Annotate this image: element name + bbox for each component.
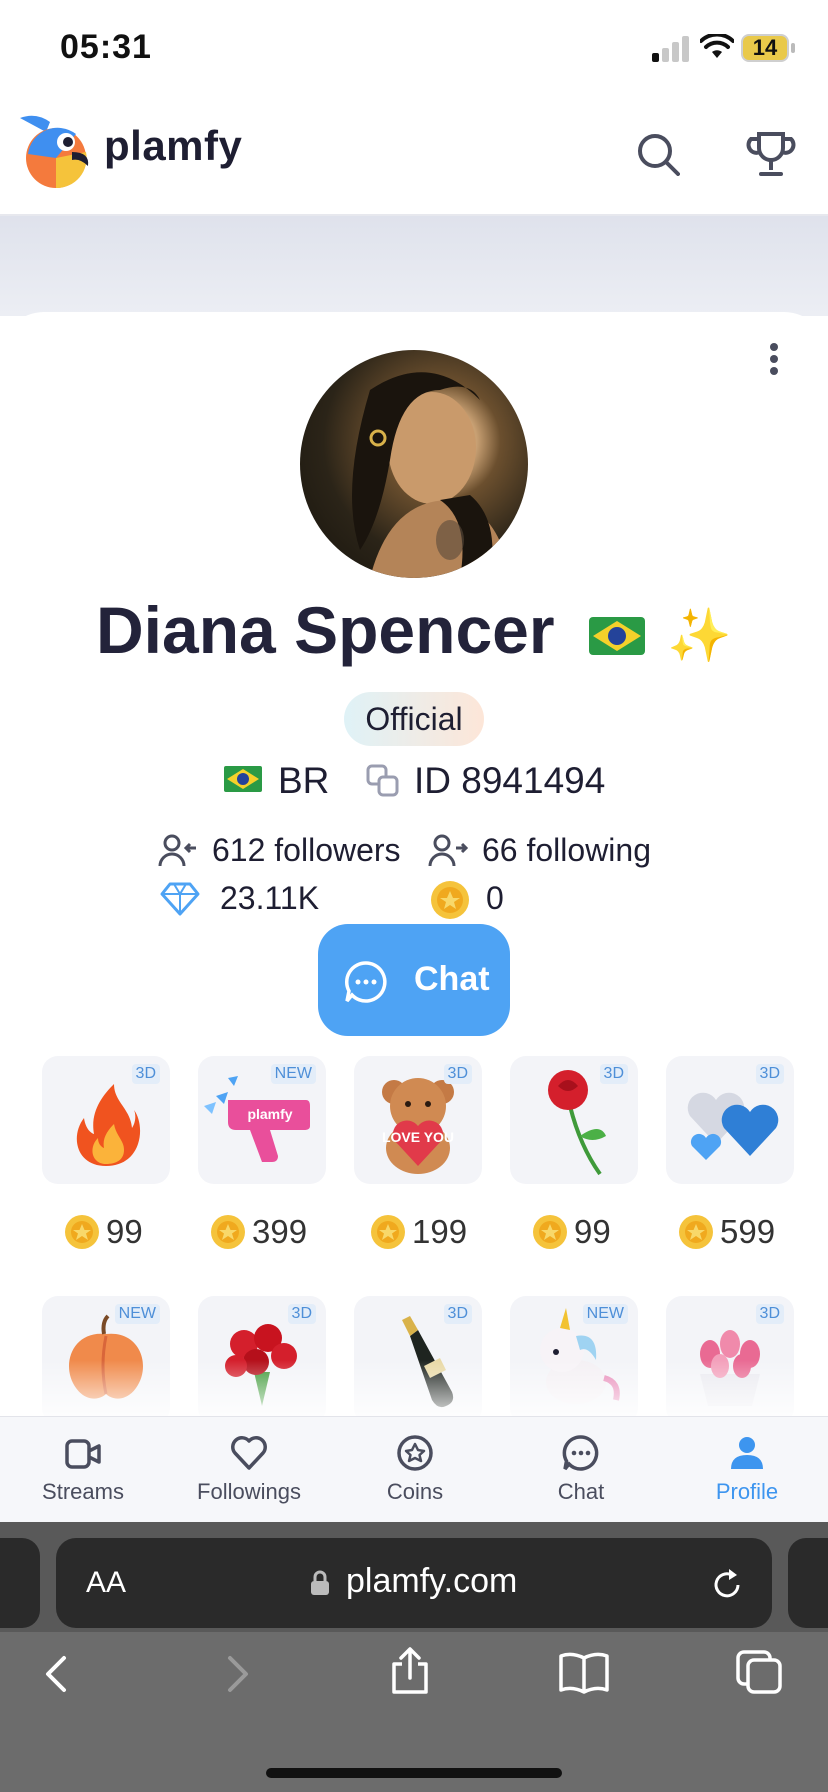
header-gradient-band (0, 216, 828, 316)
bookmarks-icon[interactable] (558, 1650, 610, 1694)
status-bar: 05:31 14 (0, 0, 828, 100)
gift-price-value: 99 (574, 1213, 611, 1250)
trophy-icon[interactable] (746, 130, 796, 180)
lock-icon (311, 1570, 329, 1595)
brand-wordmark: plamfy (104, 122, 243, 169)
brazil-flag-icon (224, 766, 262, 792)
tab-profile[interactable]: Profile (664, 1417, 828, 1523)
brazil-flag-icon (588, 616, 645, 655)
sparkles-icon: ✨ (667, 607, 732, 666)
coin-icon (211, 1215, 245, 1249)
next-tab-peek[interactable] (788, 1538, 828, 1628)
search-icon[interactable] (636, 132, 680, 176)
coin-icon (65, 1215, 99, 1249)
previous-tab-peek[interactable] (0, 1538, 40, 1628)
gift-tag: 3D (755, 1304, 784, 1324)
tab-streams[interactable]: Streams (0, 1417, 166, 1523)
tab-coins[interactable]: Coins (332, 1417, 498, 1523)
diamond-balance: 23.11K (220, 880, 320, 916)
star-coin-icon (397, 1435, 433, 1471)
avatar[interactable] (300, 350, 528, 578)
gift-price-value: 599 (720, 1213, 776, 1250)
gift-tag: 3D (443, 1304, 472, 1324)
user-id: ID 8941494 (414, 760, 606, 801)
avatar-photo (352, 372, 510, 578)
coin-balance: 0 (486, 880, 504, 916)
gift-tile-teddy-bear[interactable]: LOVE YOU 3D (354, 1056, 482, 1184)
gift-tag: NEW (270, 1064, 316, 1084)
gift-price: 199 (370, 1212, 480, 1252)
gift-price-value: 199 (412, 1213, 468, 1250)
following-icon (428, 834, 468, 867)
tab-label: Chat (557, 1479, 605, 1504)
tabs-icon[interactable] (736, 1650, 784, 1694)
coin-icon (431, 881, 469, 919)
official-badge: Official (344, 692, 484, 746)
scroll-fade (0, 1360, 828, 1420)
country-code: BR (278, 760, 330, 801)
gift-tag: 3D (287, 1304, 316, 1324)
coin-icon (371, 1215, 405, 1249)
back-icon[interactable] (42, 1654, 72, 1694)
wifi-icon (700, 34, 734, 58)
url-text[interactable]: plamfy.com (346, 1562, 517, 1601)
gift-tag: 3D (443, 1064, 472, 1084)
chat-button-label: Chat (414, 960, 490, 998)
cellular-signal-icon (652, 36, 689, 62)
gift-tile-heart-balloons[interactable]: 3D (666, 1056, 794, 1184)
share-icon[interactable] (388, 1646, 432, 1696)
home-indicator (266, 1768, 562, 1778)
teddy-heart-text: LOVE YOU (382, 1129, 454, 1145)
profile-name: Diana Spencer ✨ (0, 592, 828, 668)
plamfy-parrot-logo-icon[interactable] (16, 112, 92, 192)
tab-followings[interactable]: Followings (166, 1417, 332, 1523)
gift-price: 399 (210, 1212, 320, 1252)
followers-icon (158, 834, 196, 867)
chat-icon (562, 1435, 599, 1471)
battery-nub (791, 43, 795, 53)
gift-tag: 3D (131, 1064, 160, 1084)
gift-price-value: 399 (252, 1213, 308, 1250)
gift-tile-fire[interactable]: 3D (42, 1056, 170, 1184)
chat-button[interactable]: Chat (318, 924, 510, 1036)
coin-icon (679, 1215, 713, 1249)
coin-icon (533, 1215, 567, 1249)
heart-icon (231, 1436, 267, 1470)
profile-name-text: Diana Spencer (96, 593, 555, 667)
status-time: 05:31 (60, 28, 152, 66)
streams-icon (65, 1439, 101, 1469)
text-size-button[interactable]: AA (86, 1566, 126, 1600)
forward-icon[interactable] (222, 1654, 252, 1694)
chat-bubble-icon (345, 961, 387, 1003)
following-count[interactable]: 66 following (482, 832, 651, 869)
app-header: plamfy (0, 100, 828, 216)
bottom-tab-bar: Streams Followings Coins Chat Profile (0, 1416, 828, 1523)
tab-label: Streams (42, 1479, 124, 1504)
gift-price: 599 (678, 1212, 788, 1252)
diamond-icon (160, 882, 200, 916)
followers-count[interactable]: 612 followers (212, 832, 401, 869)
gift-tag: NEW (114, 1304, 160, 1324)
tab-label: Coins (386, 1479, 444, 1504)
gift-tile-money-gun[interactable]: plamfy NEW (198, 1056, 326, 1184)
tab-label: Profile (715, 1479, 779, 1504)
gift-price-value: 99 (106, 1213, 143, 1250)
more-options-icon[interactable] (762, 342, 786, 376)
gift-price: 99 (532, 1212, 622, 1252)
battery-indicator: 14 (741, 34, 789, 62)
money-gun-brand: plamfy (247, 1106, 292, 1122)
gift-tag: NEW (582, 1304, 628, 1324)
copy-id-icon[interactable] (366, 764, 400, 798)
gift-tile-rose[interactable]: 3D (510, 1056, 638, 1184)
browser-chrome: AA plamfy.com (0, 1522, 828, 1792)
reload-icon[interactable] (710, 1568, 744, 1602)
tab-chat[interactable]: Chat (498, 1417, 664, 1523)
address-bar[interactable]: AA plamfy.com (56, 1538, 772, 1628)
gift-tag: 3D (755, 1064, 784, 1084)
gift-tag: 3D (599, 1064, 628, 1084)
profile-icon (731, 1437, 763, 1469)
tab-label: Followings (197, 1479, 301, 1504)
gift-price: 99 (64, 1212, 154, 1252)
